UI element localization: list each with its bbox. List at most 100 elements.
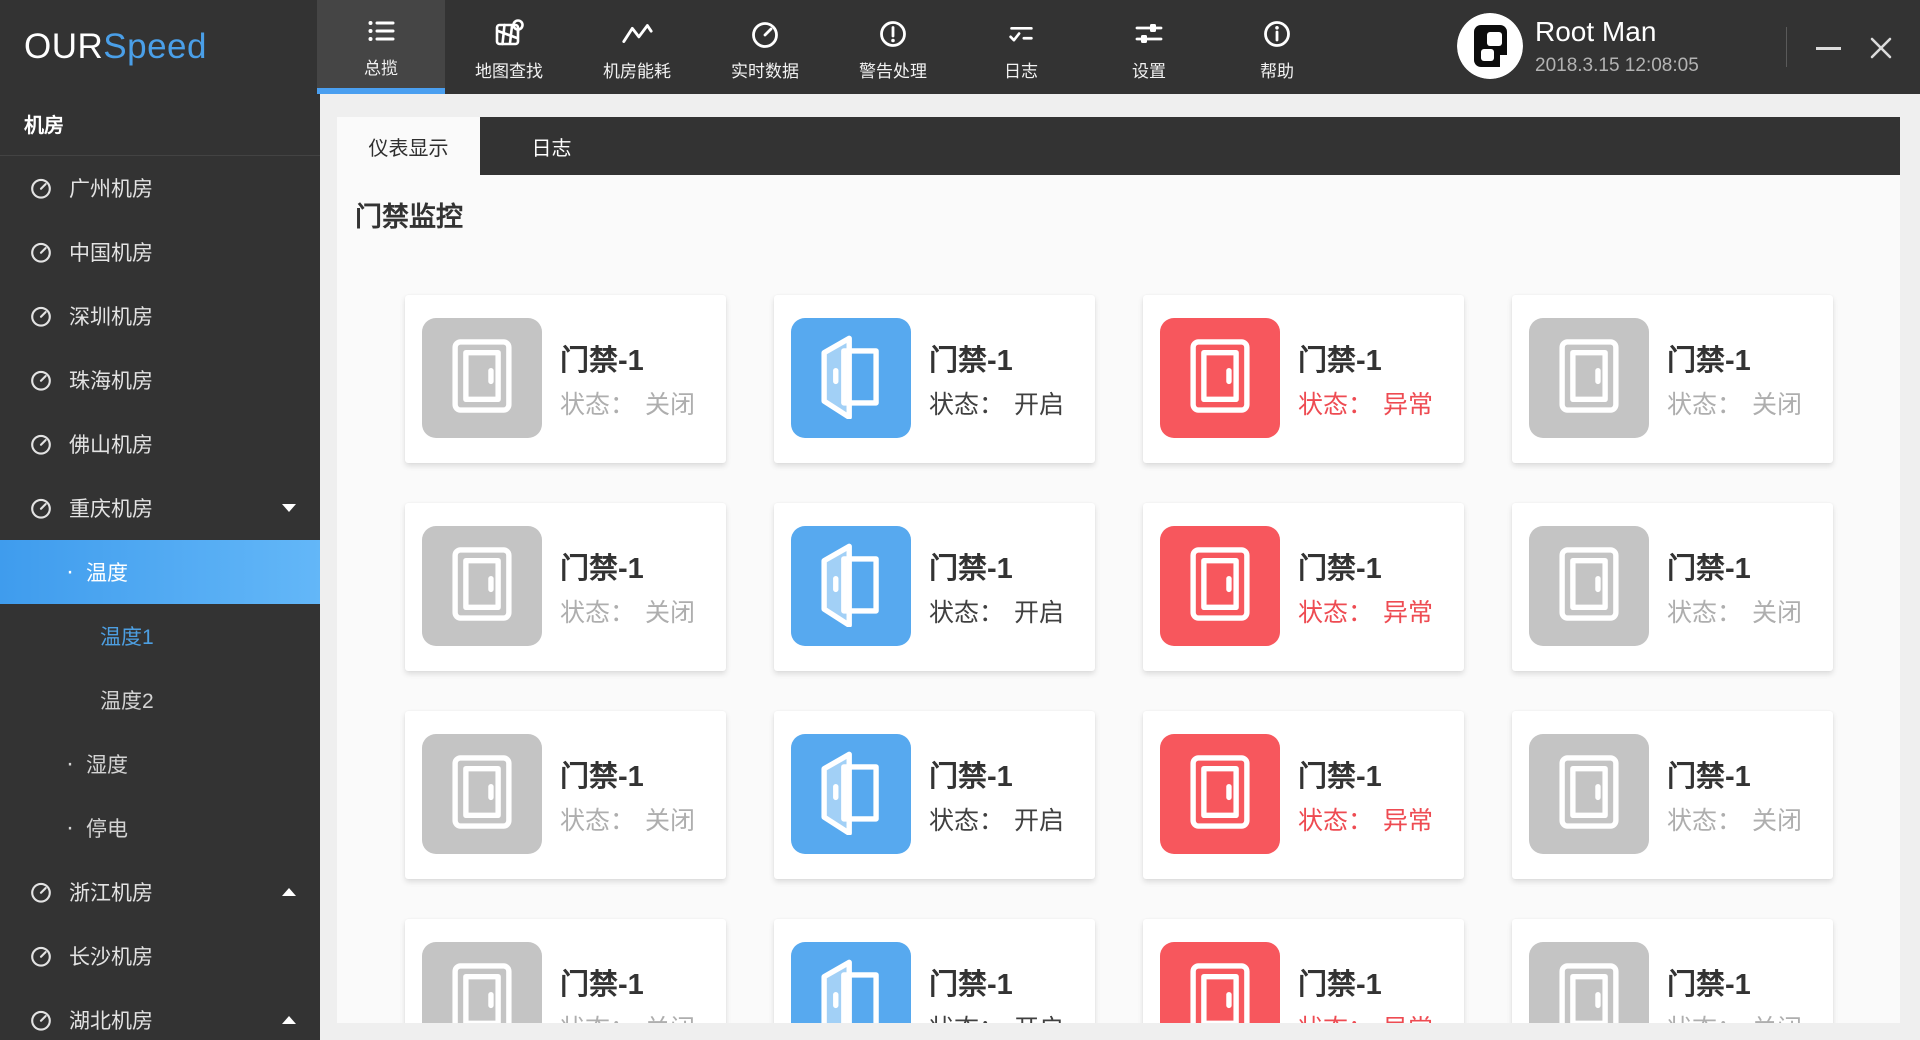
sidebar-item-6[interactable]: 重庆机房	[0, 476, 320, 540]
nav-item-label: 日志	[1004, 62, 1038, 81]
bullet-icon: ·	[66, 814, 74, 841]
close-button[interactable]	[1863, 30, 1899, 66]
nav-item-label: 实时数据	[731, 62, 799, 81]
card-title: 门禁-1	[1298, 345, 1382, 377]
status-label: 状态：	[560, 599, 636, 627]
logo-text-primary: OUR	[24, 27, 104, 66]
door-card-5[interactable]: 门禁-1 状态： 关闭	[405, 503, 726, 671]
status-value: 开启	[1014, 807, 1065, 835]
chevron-up-icon[interactable]	[282, 1016, 296, 1024]
status-value: 关闭	[645, 391, 696, 419]
door-card-12[interactable]: 门禁-1 状态： 关闭	[1512, 711, 1833, 879]
settings-icon	[1132, 17, 1166, 51]
sidebar-item-2[interactable]: 中国机房	[0, 220, 320, 284]
nav-item-label: 地图查找	[475, 62, 543, 81]
door-closed-icon	[1546, 541, 1632, 632]
card-status: 状态： 关闭	[560, 801, 695, 837]
door-card-9[interactable]: 门禁-1 状态： 关闭	[405, 711, 726, 879]
door-card-14[interactable]: 门禁-1 状态： 开启	[774, 919, 1095, 1023]
minimize-button[interactable]	[1810, 30, 1846, 66]
card-title: 门禁-1	[1667, 969, 1751, 1001]
door-closed-icon	[1177, 749, 1263, 840]
nav-item-5[interactable]: 警告处理	[829, 0, 957, 94]
chevron-up-icon[interactable]	[282, 888, 296, 896]
tab-bar: 仪表显示 日志	[337, 117, 1900, 175]
nav-item-label: 机房能耗	[603, 62, 671, 81]
door-card-13[interactable]: 门禁-1 状态： 关闭	[405, 919, 726, 1023]
page-title: 门禁监控	[355, 202, 463, 232]
status-value: 异常	[1383, 599, 1434, 627]
nav-item-1[interactable]: 总揽	[317, 0, 445, 94]
door-closed-icon	[439, 749, 525, 840]
sidebar-item-14[interactable]: 湖北机房	[0, 988, 320, 1040]
topbar: OURSpeed 总揽 地图查找 机房能耗 实时数据 警告处理 日志 设置 帮助 Root M…	[0, 0, 1920, 94]
card-title: 门禁-1	[560, 761, 644, 793]
chevron-down-icon[interactable]	[282, 504, 296, 512]
card-title: 门禁-1	[1298, 761, 1382, 793]
card-status: 状态： 异常	[1298, 1009, 1433, 1023]
sidebar-item-8[interactable]: 温度1	[0, 604, 320, 668]
tab-2[interactable]: 日志	[480, 117, 623, 175]
sidebar-item-7[interactable]: · 温度	[0, 540, 320, 604]
card-grid: 门禁-1 状态： 关闭 门禁-1 状态： 开启 门禁-1 状态： 异常 门禁-1 状态： 关闭 门禁-1…	[405, 295, 1833, 1023]
door-closed-icon	[1546, 749, 1632, 840]
room-gauge-icon	[28, 943, 54, 969]
card-title: 门禁-1	[560, 969, 644, 1001]
sidebar-item-9[interactable]: 温度2	[0, 668, 320, 732]
nav-item-2[interactable]: 地图查找	[445, 0, 573, 94]
door-card-6[interactable]: 门禁-1 状态： 开启	[774, 503, 1095, 671]
door-tile-closed	[422, 526, 542, 646]
sidebar-item-label: 停电	[86, 818, 128, 841]
sidebar-item-10[interactable]: · 湿度	[0, 732, 320, 796]
nav-item-8[interactable]: 帮助	[1213, 0, 1341, 94]
door-card-16[interactable]: 门禁-1 状态： 关闭	[1512, 919, 1833, 1023]
door-card-4[interactable]: 门禁-1 状态： 关闭	[1512, 295, 1833, 463]
sidebar-item-12[interactable]: 浙江机房	[0, 860, 320, 924]
card-title: 门禁-1	[560, 345, 644, 377]
sidebar-item-11[interactable]: · 停电	[0, 796, 320, 860]
door-tile-closed	[1529, 734, 1649, 854]
door-card-3[interactable]: 门禁-1 状态： 异常	[1143, 295, 1464, 463]
door-card-1[interactable]: 门禁-1 状态： 关闭	[405, 295, 726, 463]
door-closed-icon	[439, 333, 525, 424]
door-card-8[interactable]: 门禁-1 状态： 关闭	[1512, 503, 1833, 671]
app-root: OURSpeed 总揽 地图查找 机房能耗 实时数据 警告处理 日志 设置 帮助 Root M…	[0, 0, 1920, 1040]
list-icon	[364, 14, 398, 48]
status-value: 关闭	[1752, 599, 1803, 627]
status-label: 状态：	[929, 599, 1005, 627]
sidebar-item-4[interactable]: 珠海机房	[0, 348, 320, 412]
status-label: 状态：	[1298, 807, 1374, 835]
door-card-10[interactable]: 门禁-1 状态： 开启	[774, 711, 1095, 879]
sidebar-item-label: 湖北机房	[69, 1010, 153, 1033]
room-gauge-icon	[28, 303, 54, 329]
door-card-15[interactable]: 门禁-1 状态： 异常	[1143, 919, 1464, 1023]
door-tile-closed	[422, 942, 542, 1023]
sidebar-item-13[interactable]: 长沙机房	[0, 924, 320, 988]
nav-item-label: 警告处理	[859, 62, 927, 81]
sidebar-item-3[interactable]: 深圳机房	[0, 284, 320, 348]
room-gauge-icon	[28, 495, 54, 521]
door-tile-open	[791, 734, 911, 854]
nav-item-7[interactable]: 设置	[1085, 0, 1213, 94]
door-card-11[interactable]: 门禁-1 状态： 异常	[1143, 711, 1464, 879]
nav-item-3[interactable]: 机房能耗	[573, 0, 701, 94]
map-icon	[492, 17, 526, 51]
sidebar-item-5[interactable]: 佛山机房	[0, 412, 320, 476]
status-value: 异常	[1383, 391, 1434, 419]
card-title: 门禁-1	[1667, 761, 1751, 793]
room-gauge-icon	[28, 1007, 54, 1033]
sidebar-item-1[interactable]: 广州机房	[0, 156, 320, 220]
door-card-7[interactable]: 门禁-1 状态： 异常	[1143, 503, 1464, 671]
tab-content: 门禁监控 门禁-1 状态： 关闭 门禁-1 状态： 开启 门禁-1 状态： 异常 门禁-1 状态：关…	[337, 175, 1900, 1023]
status-label: 状态：	[1667, 1015, 1742, 1023]
avatar[interactable]	[1457, 13, 1523, 79]
sidebar-item-label: 温度2	[100, 690, 154, 713]
nav-item-4[interactable]: 实时数据	[701, 0, 829, 94]
nav-item-6[interactable]: 日志	[957, 0, 1085, 94]
gauge-icon	[748, 17, 782, 51]
tab-1[interactable]: 仪表显示	[337, 117, 480, 175]
status-label: 状态：	[1667, 807, 1743, 835]
door-tile-closed	[422, 318, 542, 438]
status-value: 关闭	[1752, 807, 1803, 835]
door-card-2[interactable]: 门禁-1 状态： 开启	[774, 295, 1095, 463]
